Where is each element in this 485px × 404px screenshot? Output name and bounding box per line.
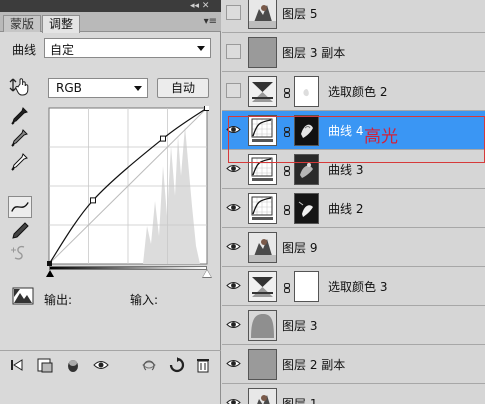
layer-row[interactable]: 图层 1 [222, 384, 485, 404]
link-icon[interactable] [284, 282, 290, 293]
layer-name: 选取颜色 3 [328, 280, 388, 294]
layer-row[interactable]: 图层 3 [222, 306, 485, 345]
preset-dropdown[interactable]: 自定 [44, 38, 211, 58]
input-label: 输入: [130, 293, 159, 307]
layer-mask-thumbnail[interactable] [294, 271, 319, 302]
layer-mask-thumbnail[interactable] [294, 76, 319, 107]
output-label: 输出: [44, 293, 73, 307]
layer-name: 曲线 2 [328, 202, 364, 216]
eye-icon[interactable] [226, 161, 241, 176]
curves-adjustment-icon[interactable] [248, 193, 277, 224]
channel-value: RGB [56, 81, 82, 95]
selective-color-icon[interactable] [248, 76, 277, 107]
black-eyedropper-icon[interactable] [8, 106, 32, 128]
gray-eyedropper-icon[interactable] [8, 128, 32, 150]
visibility-toggle-empty[interactable] [226, 83, 241, 98]
curves-label: 曲线 [12, 43, 37, 57]
annotation-text: 高光 [364, 127, 398, 147]
layers-panel: 图层 5 图层 3 副本 选取颜色 2 曲线 4 曲线 3 曲线 2 图层 9 选取颜色 3图… [222, 0, 485, 404]
selective-color-icon[interactable] [248, 271, 277, 302]
curve-control-point[interactable] [89, 197, 96, 204]
layer-row[interactable]: 曲线 2 [222, 189, 485, 228]
adjustments-panel: ◂◂ ✕ 蒙版 调整 ▾≡ 曲线 自定 RGB 自动 输出: 输入: [0, 0, 221, 404]
eye-icon[interactable] [226, 200, 241, 215]
back-icon[interactable] [8, 356, 26, 374]
layer-name: 图层 3 [282, 319, 318, 333]
reset-icon[interactable] [168, 356, 186, 374]
black-point-slider[interactable] [46, 270, 54, 277]
curve-graph[interactable] [47, 106, 209, 266]
layer-thumbnail[interactable] [248, 232, 277, 263]
layer-row[interactable]: 选取颜色 3 [222, 267, 485, 306]
mask-view-icon[interactable] [64, 356, 82, 374]
clipping-warning-icon[interactable] [12, 287, 34, 305]
tab-masks[interactable]: 蒙版 [3, 15, 42, 32]
layer-name: 图层 3 副本 [282, 46, 346, 60]
white-eyedropper-icon[interactable] [8, 152, 32, 174]
adjustments-tab-bar: 蒙版 调整 ▾≡ [0, 12, 221, 33]
chevron-down-icon [134, 86, 142, 91]
layer-row[interactable]: 图层 3 副本 [222, 33, 485, 72]
link-icon[interactable] [284, 204, 290, 215]
layer-row[interactable]: 图层 9 [222, 228, 485, 267]
eye-icon[interactable] [226, 239, 241, 254]
preset-row: 曲线 自定 [0, 36, 221, 62]
clip-icon[interactable] [36, 356, 54, 374]
channel-dropdown[interactable]: RGB [48, 78, 148, 98]
layer-name: 图层 2 副本 [282, 358, 346, 372]
link-icon[interactable] [284, 87, 290, 98]
adjustments-footer [0, 350, 221, 378]
preset-value: 自定 [50, 43, 75, 57]
previous-state-icon[interactable] [140, 356, 158, 374]
panel-menu-icon[interactable]: ▾≡ [204, 16, 217, 27]
panel-title-strip: ◂◂ ✕ [0, 0, 221, 12]
layer-name: 图层 9 [282, 241, 318, 255]
eye-icon[interactable] [226, 278, 241, 293]
curve-point-icon[interactable] [8, 196, 32, 218]
white-point-slider[interactable] [203, 270, 211, 277]
visibility-icon[interactable] [92, 356, 110, 374]
layer-thumbnail[interactable] [248, 349, 277, 380]
eye-icon[interactable] [226, 317, 241, 332]
pencil-icon[interactable] [8, 220, 32, 242]
layer-name: 曲线 3 [328, 163, 364, 177]
layer-row[interactable]: 选取颜色 2 [222, 72, 485, 111]
layer-name: 选取颜色 2 [328, 85, 388, 99]
layer-row[interactable]: 图层 5 [222, 0, 485, 33]
layer-thumbnail[interactable] [248, 37, 277, 68]
trash-icon[interactable] [194, 356, 212, 374]
eye-icon[interactable] [226, 395, 241, 404]
input-output-row: 输出: 输入: [0, 285, 221, 307]
layer-row[interactable]: 图层 2 副本 [222, 345, 485, 384]
tab-adjustments[interactable]: 调整 [42, 15, 81, 33]
layer-thumbnail[interactable] [248, 0, 277, 29]
layer-thumbnail[interactable] [248, 388, 277, 404]
smooth-icon[interactable] [8, 242, 32, 264]
chevron-down-icon [197, 46, 205, 51]
layer-name: 图层 1 [282, 397, 318, 404]
link-icon[interactable] [284, 165, 290, 176]
annotation-highlight-box [228, 116, 485, 163]
layer-mask-thumbnail[interactable] [294, 193, 319, 224]
layer-thumbnail[interactable] [248, 310, 277, 341]
input-gradient-bar [49, 266, 207, 270]
curve-control-point[interactable] [160, 135, 167, 142]
visibility-toggle-empty[interactable] [226, 5, 241, 20]
panel-collapse-controls[interactable]: ◂◂ ✕ [190, 1, 209, 11]
hand-adjust-icon[interactable] [8, 76, 32, 98]
visibility-toggle-empty[interactable] [226, 44, 241, 59]
curve-control-point[interactable] [204, 106, 210, 111]
eye-icon[interactable] [226, 356, 241, 371]
auto-button[interactable]: 自动 [157, 78, 209, 98]
layer-name: 图层 5 [282, 7, 318, 21]
